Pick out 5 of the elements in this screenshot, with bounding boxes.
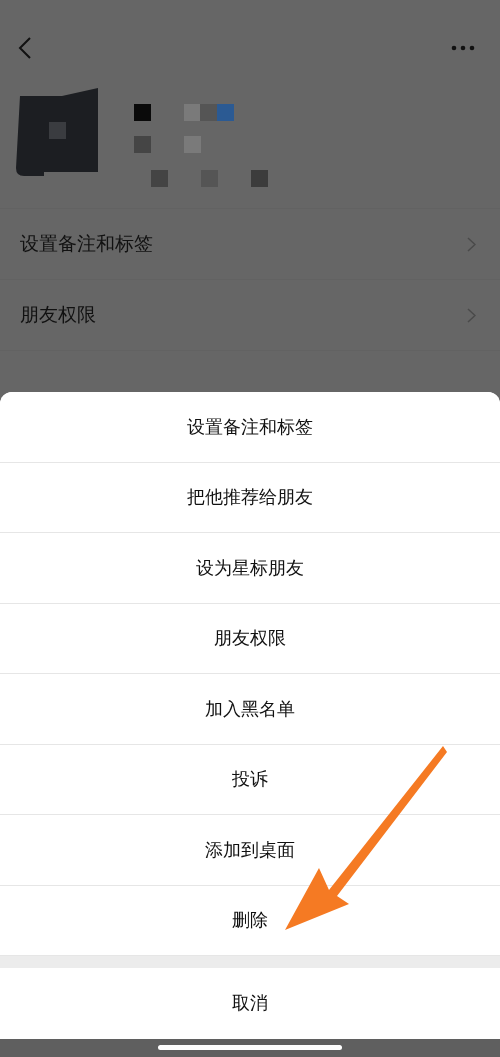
more-icon[interactable] bbox=[451, 45, 475, 51]
chevron-icon bbox=[467, 307, 476, 323]
back-icon[interactable] bbox=[18, 36, 32, 60]
action-item[interactable]: 设置备注和标签 bbox=[0, 392, 500, 463]
chevron-icon bbox=[467, 236, 476, 252]
